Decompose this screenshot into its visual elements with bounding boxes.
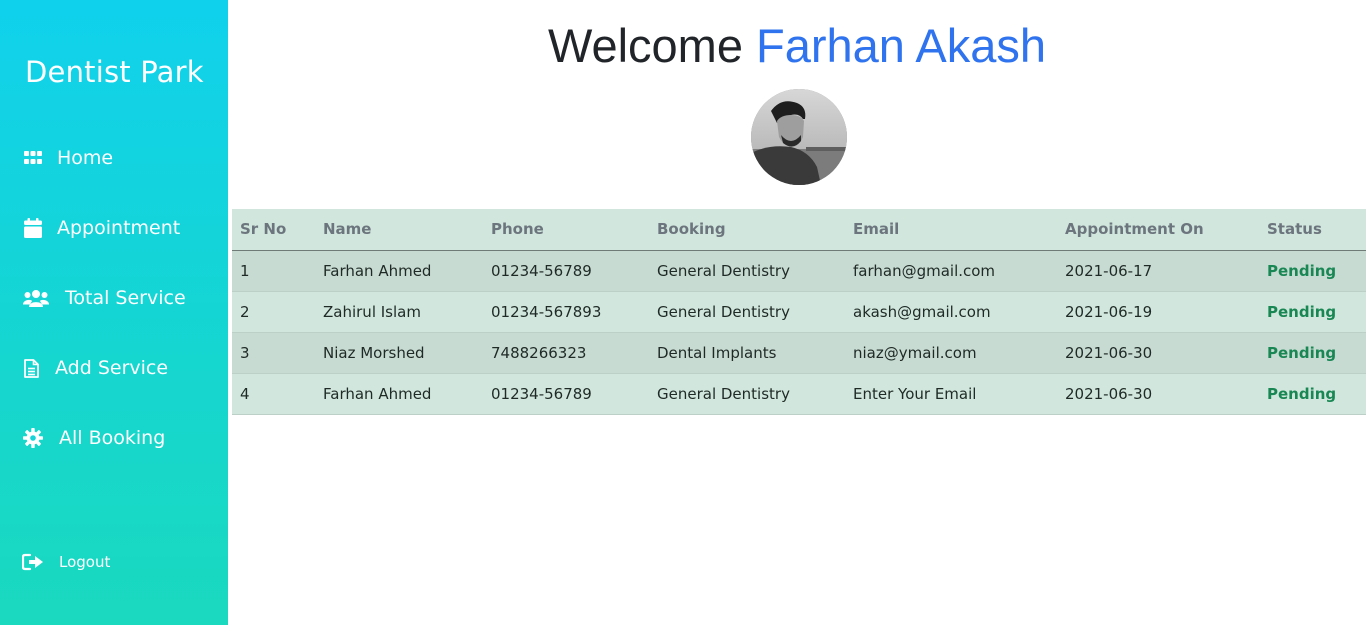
cell-email: farhan@gmail.com [853,261,996,280]
cell-sr: 3 [240,343,250,362]
logout-icon [22,553,44,571]
cell-date: 2021-06-19 [1065,302,1153,321]
status-badge: Pending [1267,261,1337,280]
sidebar: Dentist Park Home Appointment Total Serv… [0,0,228,625]
file-icon [22,357,40,379]
cell-date: 2021-06-30 [1065,343,1153,362]
cell-phone: 01234-56789 [491,261,592,280]
header-email: Email [845,209,1057,251]
status-badge: Pending [1267,384,1337,403]
table-row: 3 Niaz Morshed 7488266323 Dental Implant… [232,332,1366,373]
gear-icon [22,427,44,449]
sidebar-item-label: All Booking [59,427,166,449]
brand-title: Dentist Park [25,55,204,89]
table-row: 4 Farhan Ahmed 01234-56789 General Denti… [232,373,1366,414]
main-content: Welcome Farhan Akash Sr No Name Phone Bo… [228,0,1366,625]
cell-email: akash@gmail.com [853,302,991,321]
header-status: Status [1259,209,1366,251]
cell-date: 2021-06-30 [1065,384,1153,403]
cell-date: 2021-06-17 [1065,261,1153,280]
cell-email: Enter Your Email [853,384,977,403]
header-booking: Booking [649,209,845,251]
cell-sr: 4 [240,384,250,403]
sidebar-item-label: Total Service [65,287,186,309]
sidebar-item-add-service[interactable]: Add Service [22,353,168,383]
sidebar-item-label: Add Service [55,357,169,379]
user-name: Farhan Akash [756,19,1047,72]
header-appointment-on: Appointment On [1057,209,1259,251]
sidebar-item-total-service[interactable]: Total Service [22,283,186,313]
cell-sr: 1 [240,261,250,280]
bookings-table: Sr No Name Phone Booking Email Appointme… [232,209,1366,415]
cell-email: niaz@ymail.com [853,343,977,362]
table-header-row: Sr No Name Phone Booking Email Appointme… [232,209,1366,251]
cell-phone: 01234-56789 [491,384,592,403]
table-row: 2 Zahirul Islam 01234-567893 General Den… [232,291,1366,332]
grid-icon [22,147,44,169]
header-name: Name [315,209,483,251]
table-row: 1 Farhan Ahmed 01234-56789 General Denti… [232,250,1366,291]
header-phone: Phone [483,209,649,251]
calendar-icon [22,217,44,239]
status-badge: Pending [1267,343,1337,362]
sidebar-item-label: Home [57,147,114,169]
cell-phone: 01234-567893 [491,302,602,321]
logout-button[interactable]: Logout [22,553,110,571]
cell-name: Zahirul Islam [323,302,421,321]
cell-booking: Dental Implants [657,343,777,362]
cell-booking: General Dentistry [657,384,790,403]
cell-phone: 7488266323 [491,343,587,362]
sidebar-item-appointment[interactable]: Appointment [22,213,180,243]
status-badge: Pending [1267,302,1337,321]
cell-name: Farhan Ahmed [323,384,432,403]
welcome-heading: Welcome Farhan Akash [228,18,1366,73]
sidebar-item-home[interactable]: Home [22,143,113,173]
welcome-prefix: Welcome [547,19,743,72]
cell-sr: 2 [240,302,250,321]
cell-name: Niaz Morshed [323,343,425,362]
sidebar-item-all-booking[interactable]: All Booking [22,423,165,453]
avatar [751,89,847,185]
cell-booking: General Dentistry [657,302,790,321]
cell-name: Farhan Ahmed [323,261,432,280]
header-sr-no: Sr No [232,209,315,251]
logout-label: Logout [59,553,111,571]
sidebar-item-label: Appointment [57,217,181,239]
users-icon [22,287,50,309]
cell-booking: General Dentistry [657,261,790,280]
